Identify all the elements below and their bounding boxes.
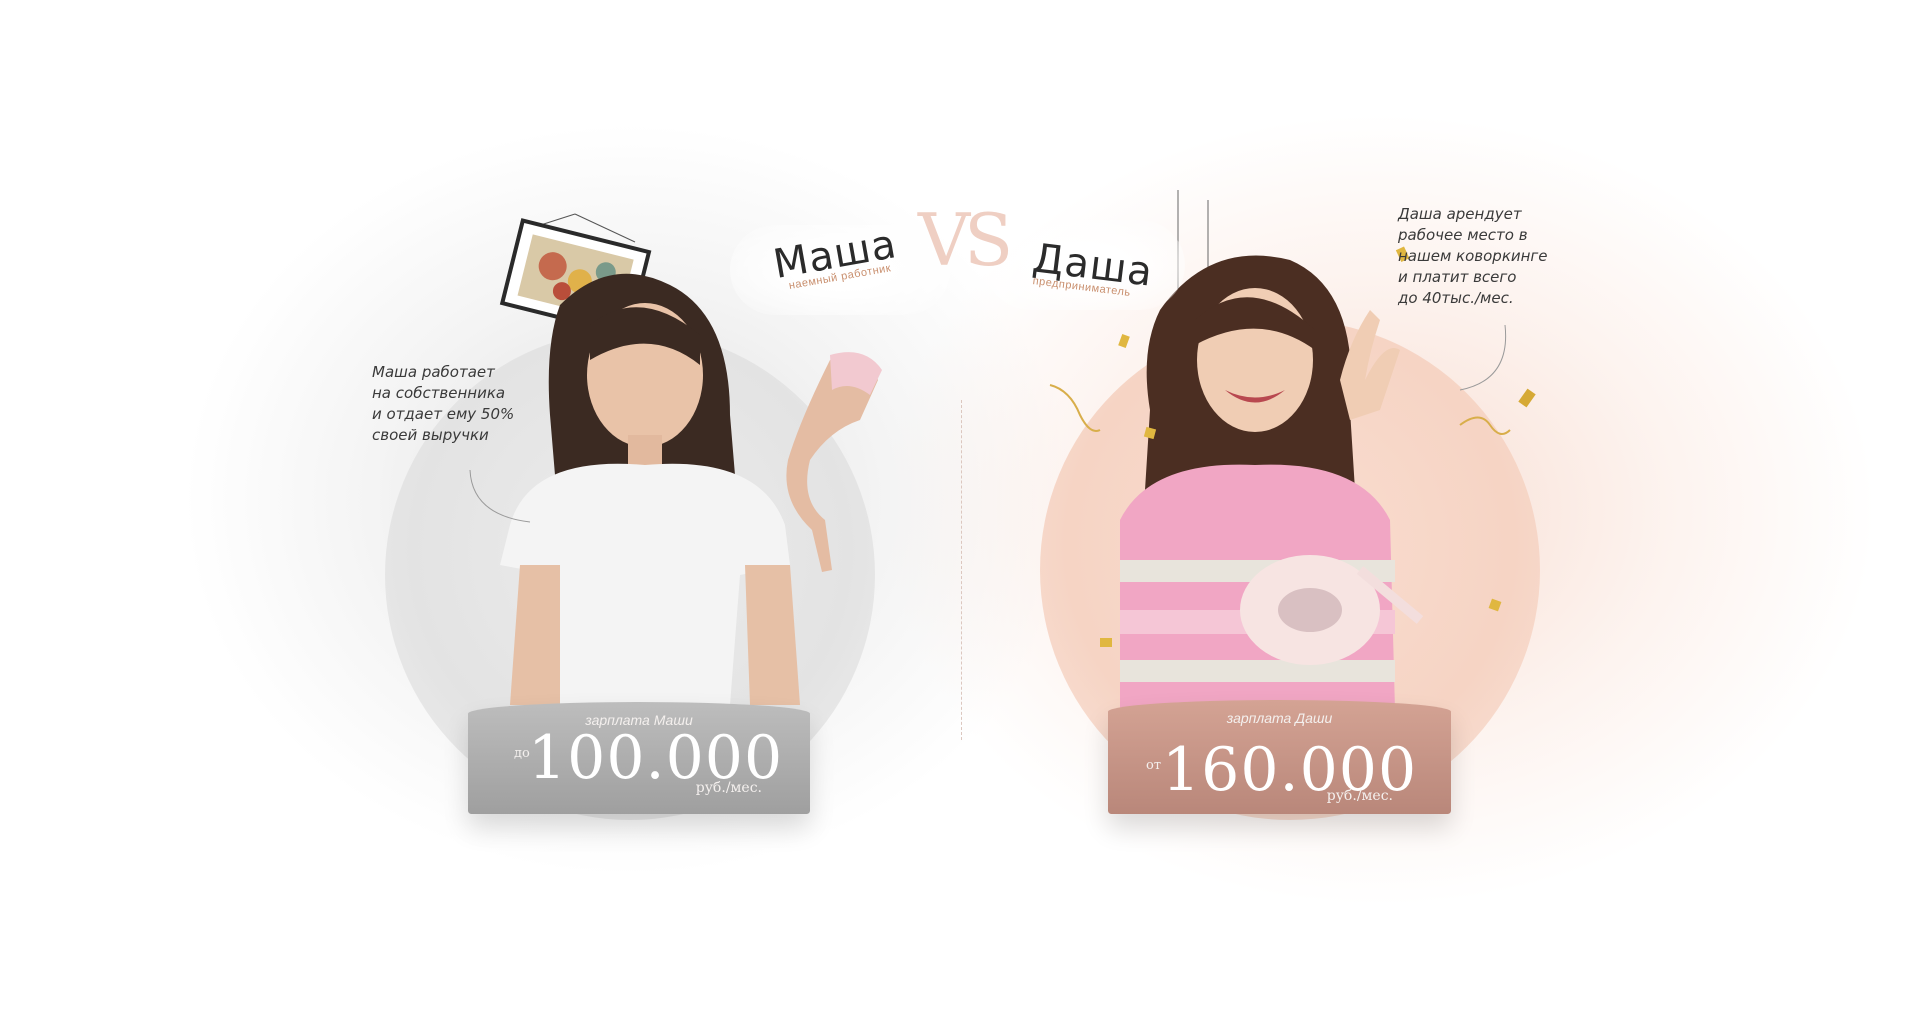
dasha-description-line: рабочее место в	[1398, 226, 1528, 244]
left-connector-line	[469, 470, 531, 523]
masha-description: Маша работает на собственника и отдает е…	[372, 362, 514, 446]
dasha-description-line: Даша арендует	[1398, 205, 1522, 223]
pointing-hand-image	[786, 352, 882, 572]
masha-description-line: Маша работает	[372, 363, 495, 381]
dasha-salary-caption: зарплата Даши	[1226, 710, 1333, 726]
dasha-salary-prefix: от	[1146, 758, 1162, 773]
center-divider	[961, 400, 962, 740]
masha-description-line: на собственника	[372, 384, 506, 402]
masha-salary-plaque: зарплата Маши до 100.000 руб./мес.	[468, 702, 810, 814]
dasha-salary-unit: руб./мес.	[1326, 788, 1393, 804]
masha-description-line: и отдает ему 50%	[372, 405, 515, 423]
dasha-description-line: и платит всего	[1398, 268, 1517, 286]
dasha-description: Даша арендует рабочее место в нашем ково…	[1398, 204, 1548, 309]
dasha-description-line: до 40тыс./мес.	[1398, 289, 1514, 307]
right-connector-line	[1459, 325, 1507, 391]
vs-label: VS	[918, 198, 1013, 282]
dasha-salary-plaque: зарплата Даши от 160.000 руб./мес.	[1108, 700, 1451, 814]
dasha-description-line: нашем коворкинге	[1398, 247, 1548, 265]
masha-description-line: своей выручки	[372, 426, 489, 444]
masha-salary-unit: руб./мес.	[695, 780, 762, 796]
